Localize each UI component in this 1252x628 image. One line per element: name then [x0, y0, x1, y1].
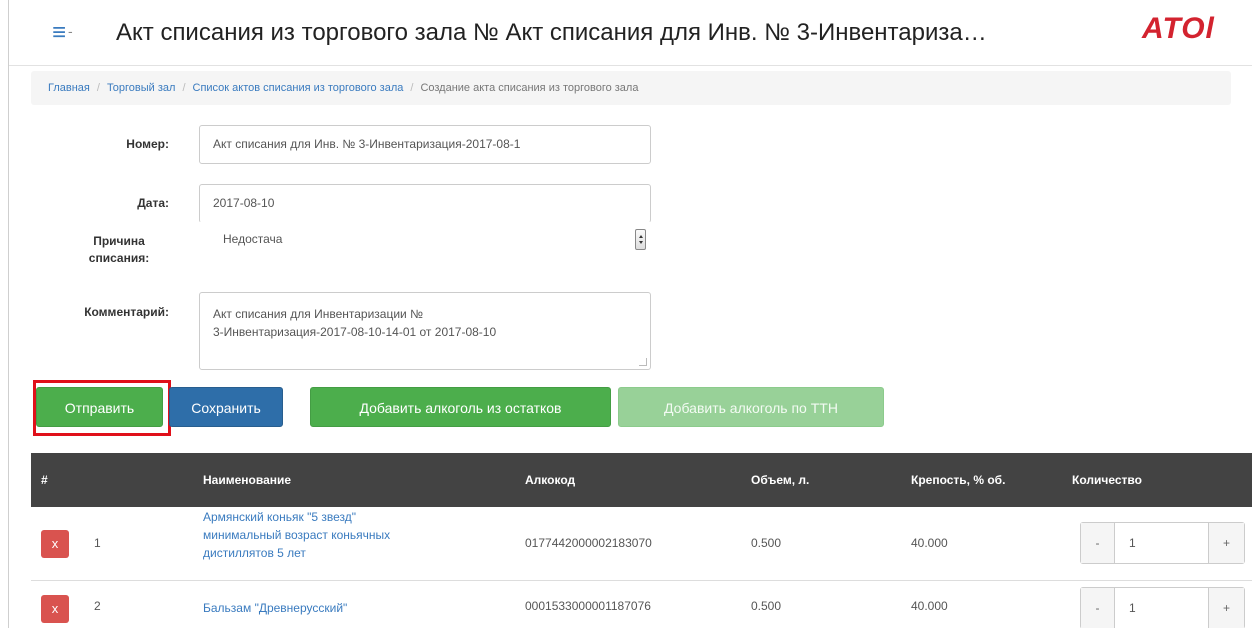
quantity-stepper: - 1 +: [1080, 522, 1245, 564]
product-name-line2: минимальный возраст коньячных: [203, 528, 391, 542]
atol-logo: ATOl: [1142, 12, 1215, 45]
quantity-decrement-button[interactable]: -: [1081, 523, 1115, 563]
number-label: Номер:: [126, 137, 169, 151]
page-header: ≡ - Акт списания из торгового зала № Акт …: [9, 0, 1252, 66]
alcocode-cell: 0177442000002183070: [525, 536, 652, 550]
table-header: # Наименование Алкокод Объем, л. Крепост…: [31, 453, 1252, 507]
breadcrumb: Главная / Торговый зал / Список актов списан…: [31, 71, 1231, 105]
quantity-increment-button[interactable]: +: [1208, 523, 1244, 563]
reason-label-line1: Причина: [93, 234, 145, 248]
row-number: 2: [94, 599, 101, 613]
quantity-stepper: - 1 +: [1080, 587, 1245, 628]
breadcrumb-current: Создание акта списания из торгового зала: [420, 82, 639, 94]
reason-select-value: Недостача: [223, 232, 283, 246]
add-by-ttn-button[interactable]: Добавить алкоголь по ТТН: [618, 387, 884, 427]
delete-row-button[interactable]: x: [41, 595, 69, 623]
breadcrumb-writeoff-list[interactable]: Список актов списания из торгового зала: [193, 82, 404, 94]
breadcrumb-separator: /: [410, 82, 414, 94]
column-header-number: #: [41, 473, 48, 487]
breadcrumb-separator: /: [96, 82, 100, 94]
quantity-increment-button[interactable]: +: [1208, 588, 1244, 628]
menu-dropdown-icon: -: [68, 23, 73, 39]
product-name-line3: дистиллятов 5 лет: [203, 546, 306, 560]
breadcrumb-home[interactable]: Главная: [48, 82, 90, 94]
product-name-link[interactable]: Бальзам "Древнерусский": [203, 599, 347, 617]
comment-label: Комментарий:: [84, 305, 169, 319]
product-name-line1: Армянский коньяк "5 звезд": [203, 510, 356, 524]
quantity-decrement-button[interactable]: -: [1081, 588, 1115, 628]
column-header-quantity[interactable]: Количество: [1072, 453, 1142, 507]
number-field[interactable]: Акт списания для Инв. № 3-Инвентаризация…: [199, 125, 651, 164]
select-spinner-icon[interactable]: [635, 229, 646, 250]
app-window: ≡ - Акт списания из торгового зала № Акт …: [8, 0, 1252, 628]
hamburger-icon[interactable]: ≡ -: [52, 20, 73, 48]
resize-grip-icon[interactable]: [639, 358, 647, 366]
strength-cell: 40.000: [911, 599, 948, 613]
comment-line1: Акт списания для Инвентаризации №: [213, 307, 423, 321]
reason-select[interactable]: Недостача: [199, 221, 651, 260]
save-button[interactable]: Сохранить: [169, 387, 283, 427]
table-row: x 1 Армянский коньяк "5 звезд" минимальн…: [31, 507, 1252, 580]
reason-label-line2: списания:: [88, 251, 150, 265]
strength-cell: 40.000: [911, 536, 948, 550]
quantity-input[interactable]: 1: [1129, 588, 1136, 628]
column-header-strength[interactable]: Крепость, % об.: [911, 453, 1005, 507]
column-header-alcocode[interactable]: Алкокод: [525, 453, 575, 507]
add-from-stock-button[interactable]: Добавить алкоголь из остатков: [310, 387, 611, 427]
row-number: 1: [94, 536, 101, 550]
alcocode-cell: 0001533000001187076: [525, 599, 651, 613]
quantity-input[interactable]: 1: [1129, 523, 1136, 563]
column-header-name[interactable]: Наименование: [203, 453, 291, 507]
date-field[interactable]: 2017-08-10: [199, 184, 651, 223]
comment-line2: 3-Инвентаризация-2017-08-10-14-01 от 201…: [213, 325, 497, 339]
page-title: Акт списания из торгового зала № Акт спи…: [116, 19, 987, 46]
reason-label: Причина списания:: [69, 233, 169, 267]
comment-textarea[interactable]: Акт списания для Инвентаризации № 3-Инве…: [199, 292, 651, 370]
breadcrumb-sales-floor[interactable]: Торговый зал: [107, 82, 176, 94]
send-button[interactable]: Отправить: [36, 387, 163, 427]
breadcrumb-separator: /: [182, 82, 186, 94]
date-label: Дата:: [137, 196, 169, 210]
volume-cell: 0.500: [751, 599, 782, 613]
column-header-volume[interactable]: Объем, л.: [751, 453, 809, 507]
delete-row-button[interactable]: x: [41, 530, 69, 558]
table-row: x 2 Бальзам "Древнерусский" 000153300000…: [31, 581, 1252, 628]
volume-cell: 0.500: [751, 536, 782, 550]
product-name-link[interactable]: Армянский коньяк "5 звезд" минимальный в…: [203, 508, 390, 562]
